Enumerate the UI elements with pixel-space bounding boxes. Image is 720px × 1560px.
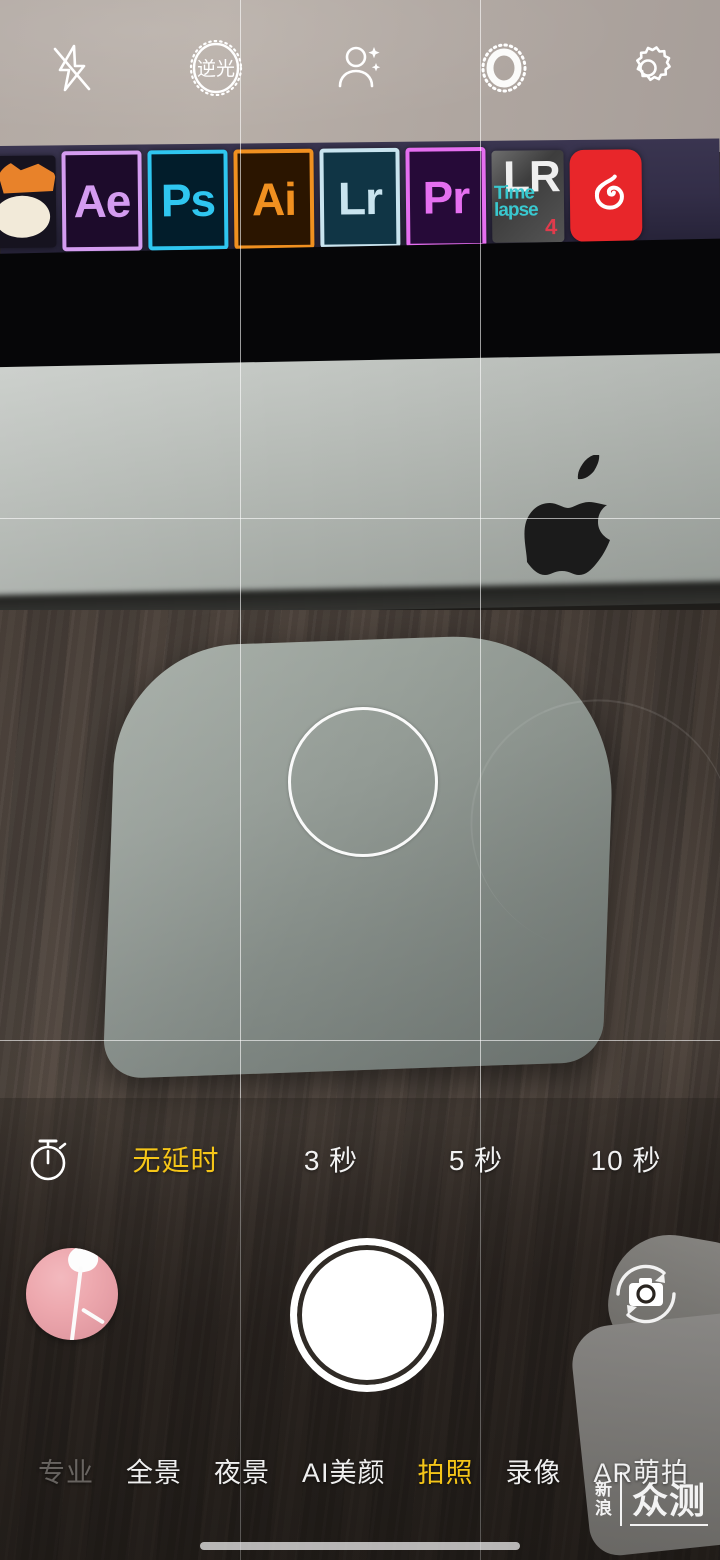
cow-mascot-icon xyxy=(0,155,57,249)
sina-zhongce-watermark: 新 浪 众测 xyxy=(595,1472,708,1526)
timer-option-none[interactable]: 无延时 xyxy=(96,1139,256,1179)
thumbnail-cable-end xyxy=(80,1307,106,1325)
mode-ai-beauty[interactable]: AI美颜 xyxy=(286,1451,402,1490)
watermark-sina-line1: 新 xyxy=(594,1480,612,1499)
timer-options: 无延时 3 秒 5 秒 10 秒 xyxy=(96,1139,720,1179)
watermark-zhongce: 众测 xyxy=(629,1472,708,1526)
timer-option-3s[interactable]: 3 秒 xyxy=(256,1139,406,1179)
timer-option-10s[interactable]: 10 秒 xyxy=(546,1139,706,1179)
illustrator-icon: Ai xyxy=(233,148,315,250)
gear-icon[interactable] xyxy=(614,34,682,102)
gallery-thumbnail[interactable] xyxy=(26,1248,118,1340)
mode-night[interactable]: 夜景 xyxy=(198,1451,286,1490)
flip-camera-icon[interactable] xyxy=(600,1248,692,1340)
stopwatch-icon[interactable] xyxy=(0,1134,96,1184)
shutter-button[interactable] xyxy=(290,1238,444,1392)
mode-video[interactable]: 录像 xyxy=(490,1451,578,1490)
lrtimelapse-version: 4 xyxy=(544,214,557,240)
portrait-beauty-icon[interactable] xyxy=(326,34,394,102)
flash-off-icon[interactable] xyxy=(38,34,106,102)
after-effects-icon: Ae xyxy=(61,150,143,252)
lightroom-icon: Lr xyxy=(319,147,401,249)
photoshop-icon: Ps xyxy=(147,149,229,251)
backlight-hdr-icon[interactable]: 逆光 xyxy=(182,34,250,102)
premiere-icon: Pr xyxy=(405,146,487,248)
thumbnail-cable xyxy=(69,1266,83,1340)
watermark-sina-line2: 浪 xyxy=(594,1499,612,1518)
apple-logo-icon xyxy=(522,454,630,595)
dock-icon-row: Ae Ps Ai Lr Pr LR Time lapse 4 xyxy=(0,146,643,252)
thumbnail-earbud xyxy=(65,1248,101,1275)
lrtimelapse-icon: LR Time lapse 4 xyxy=(491,150,565,243)
shutter-row xyxy=(0,1220,720,1400)
netease-music-icon xyxy=(569,149,643,243)
home-indicator[interactable] xyxy=(200,1542,520,1550)
watermark-sina: 新 浪 xyxy=(595,1472,622,1526)
timer-option-5s[interactable]: 5 秒 xyxy=(406,1139,546,1179)
focus-ring[interactable] xyxy=(288,707,438,857)
timer-row: 无延时 3 秒 5 秒 10 秒 xyxy=(0,1122,720,1196)
top-toolbar: 逆光 xyxy=(0,0,720,136)
mode-photo[interactable]: 拍照 xyxy=(402,1451,490,1490)
bottom-control-panel: 无延时 3 秒 5 秒 10 秒 专业 全景 夜景 AI美颜 拍照 录像 AR萌… xyxy=(0,1098,720,1560)
mode-panorama[interactable]: 全景 xyxy=(110,1451,198,1490)
mode-pro[interactable]: 专业 xyxy=(22,1451,110,1490)
camera-app-screen: Ae Ps Ai Lr Pr LR Time lapse 4 逆光 无延时 3 … xyxy=(0,0,720,1560)
backlight-label: 逆光 xyxy=(197,58,235,80)
filter-icon[interactable] xyxy=(470,34,538,102)
